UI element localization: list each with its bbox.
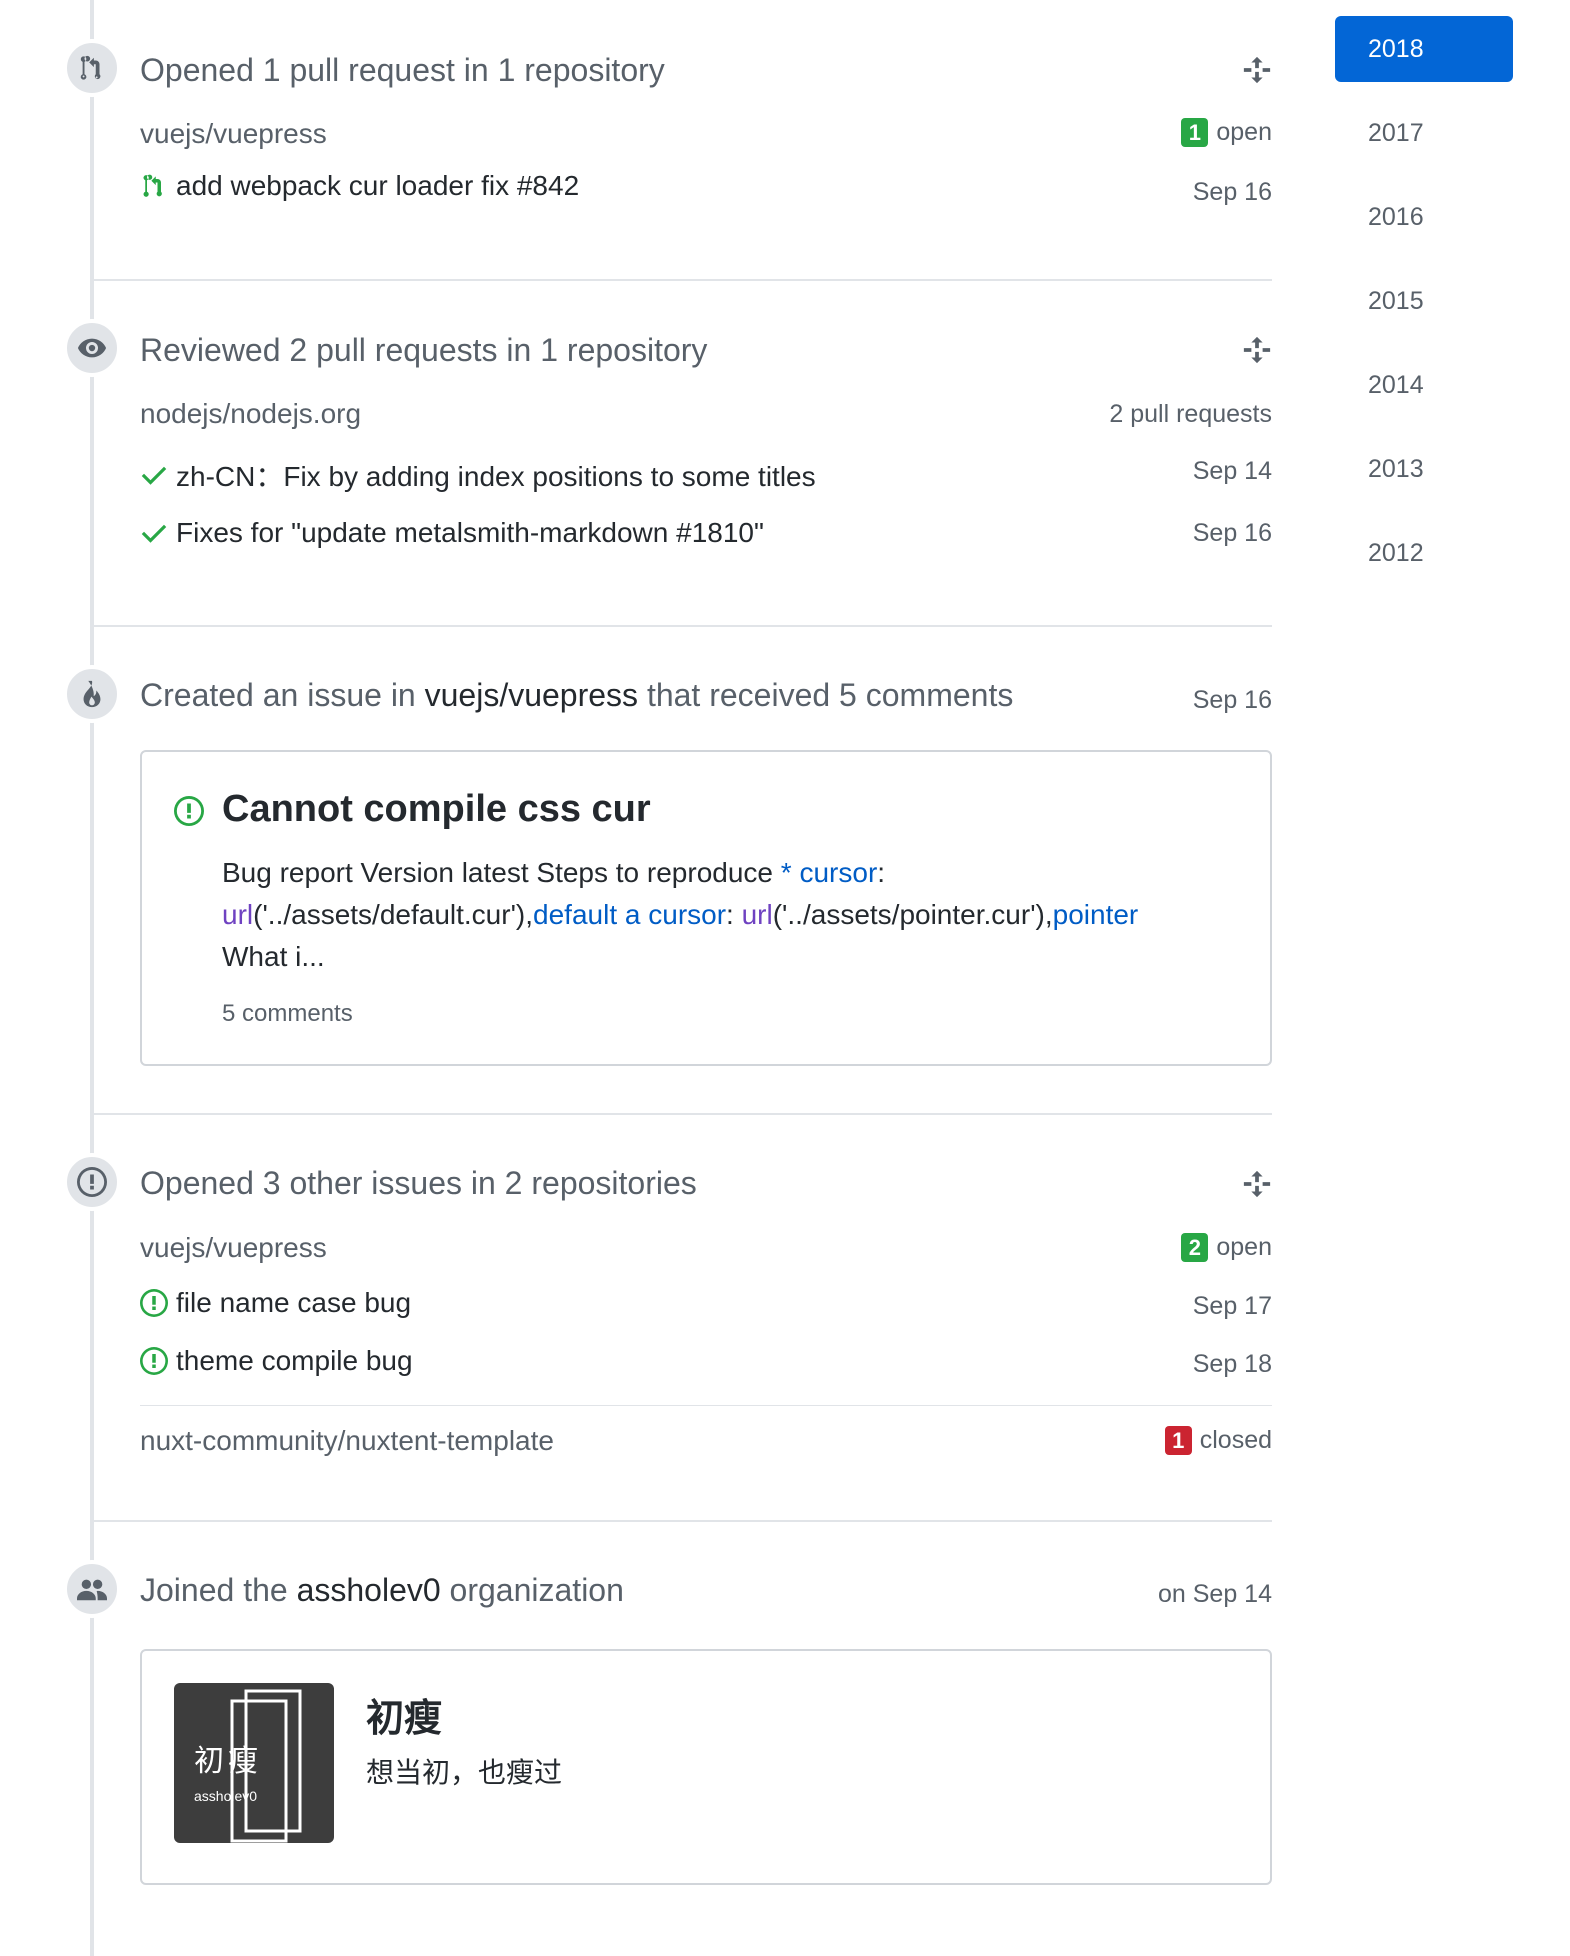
divider: [140, 1405, 1272, 1406]
review-item-title[interactable]: zh-CN：Fix by adding index positions to s…: [176, 455, 816, 495]
body-text: [617, 899, 625, 930]
year-link-2018[interactable]: 2018: [1335, 16, 1513, 82]
repo-link[interactable]: nodejs/nodejs.org: [140, 398, 361, 430]
review-item-date: Sep 14: [1192, 457, 1272, 485]
year-link-2015[interactable]: 2015: [1335, 268, 1513, 334]
year-link-2012[interactable]: 2012: [1335, 520, 1513, 586]
title-text: organization: [440, 1572, 624, 1608]
section-title-created-issue: Created an issue in vuejs/vuepress that …: [140, 677, 1013, 714]
issue-date: Sep 16: [1192, 686, 1272, 714]
body-text: default: [533, 899, 618, 930]
review-item[interactable]: zh-CN：Fix by adding index positions to s…: [140, 455, 816, 495]
avatar-char: 瘦: [228, 1744, 258, 1779]
year-link-2016[interactable]: 2016: [1335, 184, 1513, 250]
issue-opened-icon: [140, 1347, 168, 1375]
repo-link[interactable]: nuxt-community/nuxtent-template: [140, 1425, 554, 1457]
pull-request-icon: [143, 174, 162, 197]
pr-item[interactable]: add webpack cur loader fix #842: [140, 170, 579, 202]
check-icon: [141, 524, 167, 543]
issue-opened-icon: [140, 1289, 168, 1317]
repo-link[interactable]: vuejs/vuepress: [425, 677, 638, 713]
count-label: closed: [1199, 1426, 1272, 1454]
open-count: 1 open: [1181, 118, 1272, 147]
repo-link[interactable]: vuejs/vuepress: [140, 1232, 327, 1264]
repo-link[interactable]: vuejs/vuepress: [140, 118, 327, 150]
count-label: open: [1216, 1233, 1272, 1261]
year-link-2013[interactable]: 2013: [1335, 436, 1513, 502]
title-text: Joined the: [140, 1572, 297, 1608]
unfold-icon[interactable]: [1242, 1169, 1272, 1199]
year-link-2014[interactable]: 2014: [1335, 352, 1513, 418]
body-text: cursor: [799, 857, 878, 888]
body-text: Bug report Version latest Steps to repro…: [222, 857, 781, 888]
check-icon: [141, 466, 167, 485]
divider: [94, 625, 1272, 627]
section-title-opened-prs: Opened 1 pull request in 1 repository: [140, 52, 665, 88]
unfold-icon[interactable]: [1242, 335, 1272, 365]
issue-item-title[interactable]: theme compile bug: [176, 1345, 413, 1377]
issue-body: Bug report Version latest Steps to repro…: [222, 852, 1232, 978]
avatar-handle: assholev0: [194, 1788, 257, 1804]
count-label: open: [1216, 118, 1272, 146]
body-text: :: [726, 899, 742, 930]
issue-item[interactable]: file name case bug: [140, 1287, 411, 1319]
org-display-name[interactable]: 初瘦: [366, 1687, 442, 1742]
issue-card: Cannot compile css cur Bug report Versio…: [140, 750, 1272, 1066]
review-item[interactable]: Fixes for "update metalsmith-markdown #1…: [140, 517, 764, 549]
eye-badge-icon: [63, 319, 121, 377]
review-item-date: Sep 16: [1192, 519, 1272, 547]
count-badge: 1: [1164, 1426, 1192, 1455]
avatar-char: 初: [194, 1744, 224, 1779]
pull-request-badge-icon: [63, 39, 121, 97]
title-text: Created an issue in: [140, 677, 425, 713]
body-text: url: [741, 899, 773, 930]
review-item-title[interactable]: Fixes for "update metalsmith-markdown #1…: [176, 517, 764, 549]
body-text: What i...: [222, 941, 325, 972]
count-badge: 2: [1181, 1233, 1209, 1262]
pr-item-title[interactable]: add webpack cur loader fix #842: [176, 170, 579, 202]
flame-badge-icon: [63, 665, 121, 723]
body-text: url: [222, 899, 254, 930]
organization-badge-icon: [63, 1560, 121, 1618]
divider: [94, 1113, 1272, 1115]
section-title-reviewed-prs: Reviewed 2 pull requests in 1 repository: [140, 332, 708, 368]
divider: [94, 279, 1272, 281]
year-nav: 2018 2017 2016 2015 2014 2013 2012: [1335, 16, 1513, 604]
body-text: cursor: [648, 899, 727, 930]
unfold-icon[interactable]: [1242, 55, 1272, 85]
count-badge: 1: [1181, 118, 1209, 147]
issue-item[interactable]: theme compile bug: [140, 1345, 413, 1377]
pr-item-date: Sep 16: [1192, 178, 1272, 206]
divider: [94, 1520, 1272, 1522]
body-text: ('../assets/pointer.cur'),: [772, 899, 1053, 930]
org-logo-icon: 初 瘦 assholev0: [194, 1689, 302, 1843]
org-link[interactable]: assholev0: [297, 1572, 441, 1608]
issue-item-date: Sep 17: [1192, 1292, 1272, 1320]
title-text: that received 5 comments: [638, 677, 1014, 713]
org-card: 初 瘦 assholev0 初瘦 想当初，也瘦过: [140, 1649, 1272, 1885]
open-count: 2 open: [1181, 1233, 1272, 1262]
timeline-line: [90, 0, 94, 1956]
year-link-2017[interactable]: 2017: [1335, 100, 1513, 166]
issue-item-title[interactable]: file name case bug: [176, 1287, 411, 1319]
issue-comments-count[interactable]: 5 comments: [222, 1000, 353, 1028]
pull-requests-count: 2 pull requests: [1109, 400, 1272, 428]
section-title-joined-org: Joined the assholev0 organization: [140, 1572, 624, 1609]
body-text: *: [780, 857, 800, 888]
issue-title[interactable]: Cannot compile css cur: [222, 788, 651, 831]
org-avatar[interactable]: 初 瘦 assholev0: [174, 1683, 334, 1843]
issue-opened-icon: [174, 796, 204, 826]
issue-item-date: Sep 18: [1192, 1350, 1272, 1378]
body-text: pointer: [1052, 899, 1139, 930]
body-text: ('../assets/default.cur'),: [253, 899, 534, 930]
section-title-opened-issues: Opened 3 other issues in 2 repositories: [140, 1165, 697, 1201]
org-description: 想当初，也瘦过: [366, 1757, 563, 1788]
body-text: a: [624, 899, 641, 930]
body-text: :: [877, 857, 886, 888]
join-date: on Sep 14: [1158, 1580, 1272, 1608]
closed-count: 1 closed: [1164, 1426, 1272, 1455]
issue-badge-icon: [63, 1153, 121, 1211]
